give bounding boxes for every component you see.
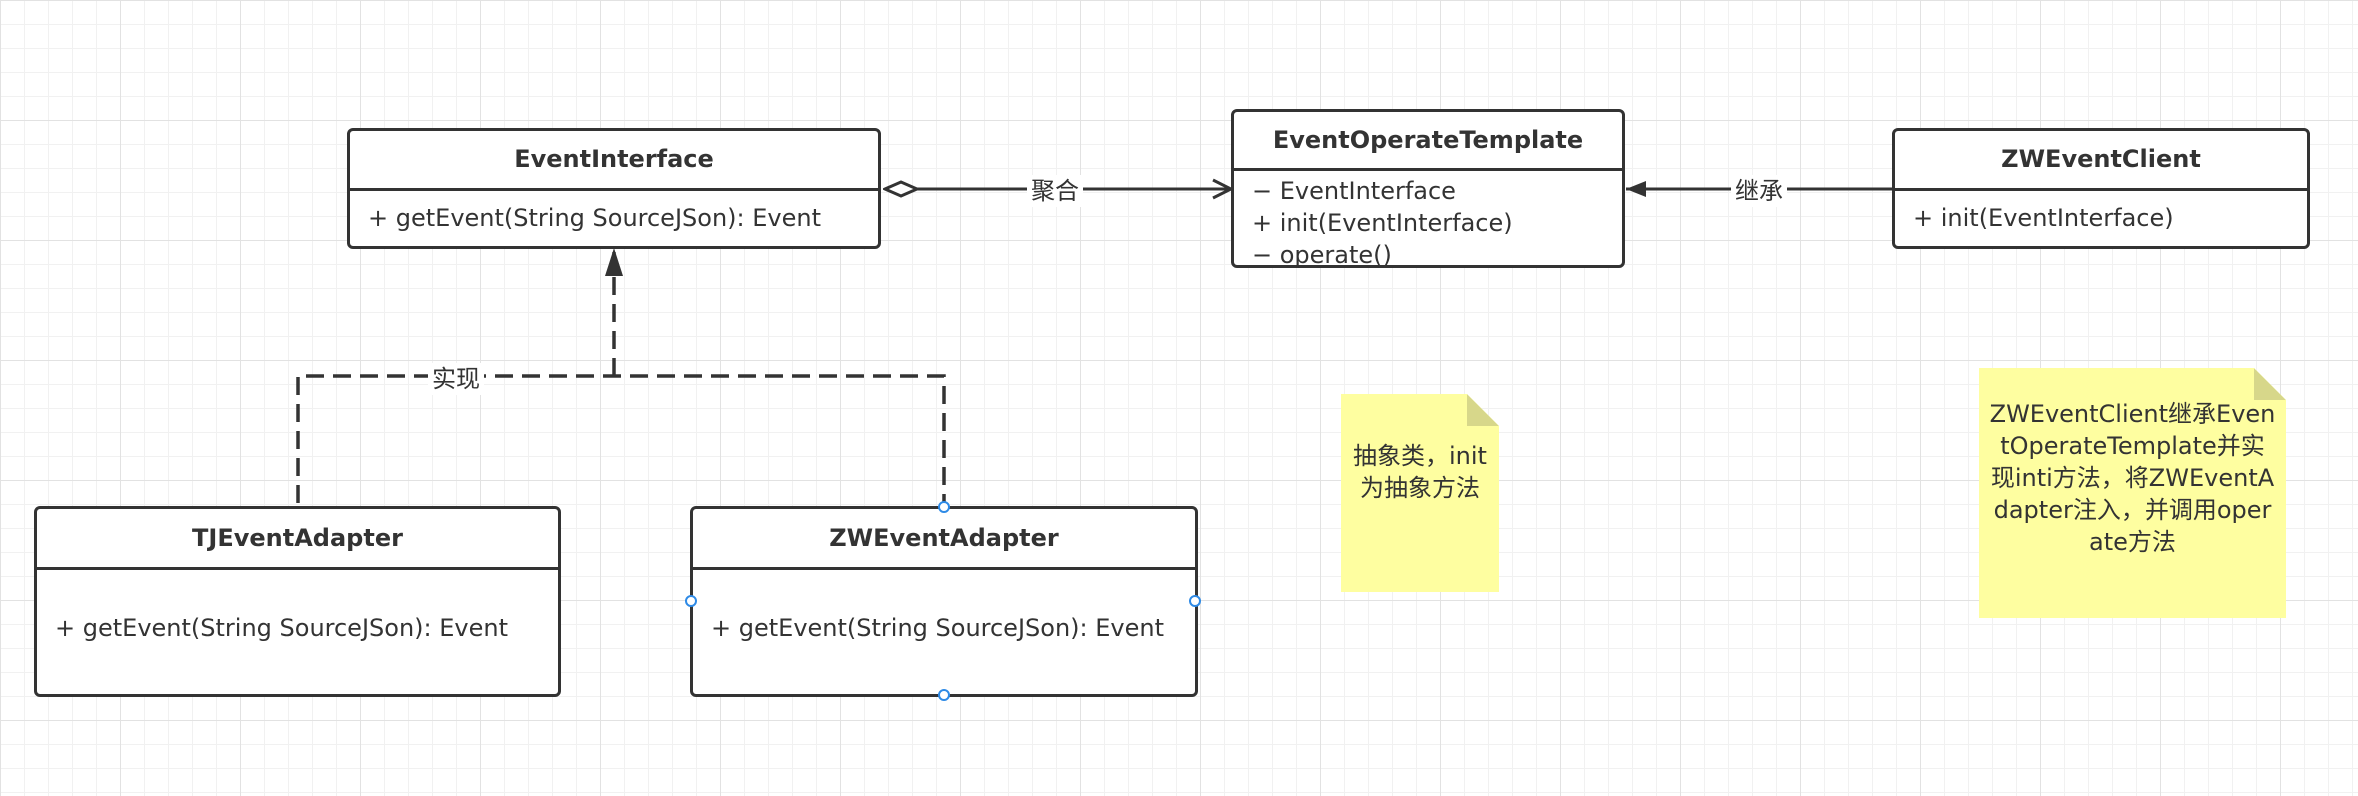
class-member: + init(EventInterface) xyxy=(1913,204,2174,232)
class-member: + init(EventInterface) xyxy=(1252,209,1513,237)
class-member: − operate() xyxy=(1252,241,1392,269)
note-text: 抽象类，init为抽象方法 xyxy=(1353,442,1487,502)
class-members: + getEvent(String SourceJSon): Event xyxy=(37,570,558,645)
class-name: EventInterface xyxy=(350,131,878,191)
class-name: TJEventAdapter xyxy=(37,509,558,570)
class-name: ZWEventAdapter xyxy=(693,509,1195,570)
class-tj-event-adapter[interactable]: TJEventAdapter + getEvent(String SourceJ… xyxy=(34,506,561,697)
class-member: + getEvent(String SourceJSon): Event xyxy=(55,614,508,642)
class-event-operate-template[interactable]: EventOperateTemplate − EventInterface + … xyxy=(1231,109,1625,271)
class-event-interface[interactable]: EventInterface + getEvent(String SourceJ… xyxy=(347,128,881,249)
realization-arrowhead xyxy=(605,248,623,276)
aggregation-label: 聚合 xyxy=(1027,175,1083,207)
class-zw-event-adapter[interactable]: ZWEventAdapter + getEvent(String SourceJ… xyxy=(690,506,1198,697)
class-member: + getEvent(String SourceJSon): Event xyxy=(368,204,821,232)
class-name: EventOperateTemplate xyxy=(1234,112,1622,171)
note-client-description[interactable]: ZWEventClient继承EventOperateTemplate并实现in… xyxy=(1979,368,2286,618)
class-members: + getEvent(String SourceJSon): Event xyxy=(693,570,1195,645)
selection-handle-left[interactable] xyxy=(685,595,697,607)
realization-label: 实现 xyxy=(428,363,484,395)
class-members: − EventInterface + init(EventInterface) … xyxy=(1234,171,1622,271)
selection-handle-bottom[interactable] xyxy=(938,689,950,701)
class-zw-event-client[interactable]: ZWEventClient + init(EventInterface) xyxy=(1892,128,2310,249)
note-text: ZWEventClient继承EventOperateTemplate并实现in… xyxy=(1989,400,2276,556)
class-name: ZWEventClient xyxy=(1895,131,2307,191)
realization-connector[interactable] xyxy=(296,252,946,503)
class-members: + getEvent(String SourceJSon): Event xyxy=(350,191,878,235)
class-members: + init(EventInterface) xyxy=(1895,191,2307,235)
inheritance-label: 继承 xyxy=(1731,175,1787,207)
class-member: + getEvent(String SourceJSon): Event xyxy=(711,614,1164,642)
selection-handle-right[interactable] xyxy=(1189,595,1201,607)
selection-handle-top[interactable] xyxy=(938,501,950,513)
class-member: − EventInterface xyxy=(1252,177,1456,205)
note-abstract-class[interactable]: 抽象类，init为抽象方法 xyxy=(1341,394,1499,592)
